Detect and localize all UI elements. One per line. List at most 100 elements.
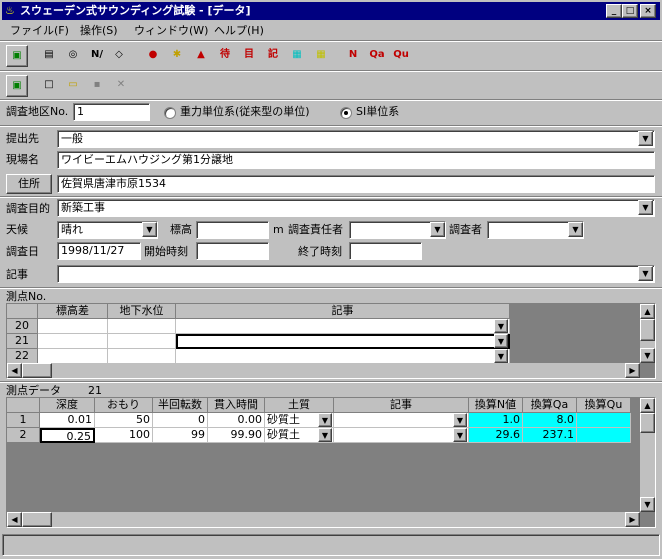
scroll-up-button[interactable]: ▲ (640, 304, 655, 319)
survey-area-input[interactable]: 1 (73, 103, 150, 121)
toolbar-button-search[interactable]: ◎ (62, 45, 84, 67)
data-header-n-value[interactable]: 換算N値 (469, 398, 523, 413)
close-button[interactable]: × (640, 4, 656, 18)
data-cell-penetration-time[interactable]: 0.00 (208, 413, 265, 428)
scroll-up-button[interactable]: ▲ (640, 398, 655, 413)
weather-dropdown[interactable]: ▼ (142, 222, 157, 237)
data-header-depth[interactable]: 深度 (40, 398, 95, 413)
soil-dropdown[interactable]: ▼ (318, 428, 332, 442)
scroll-left-button[interactable]: ◀ (7, 363, 22, 378)
data-header-note[interactable]: 記事 (334, 398, 469, 413)
toolbar-button-qu[interactable]: Qu (390, 45, 412, 67)
data-cell-half-turns[interactable]: 99 (153, 428, 208, 443)
data-hscroll[interactable]: ◀ ▶ (7, 512, 640, 527)
submit-to-select[interactable]: 一般 (57, 130, 655, 148)
submit-to-dropdown[interactable]: ▼ (638, 131, 653, 146)
toolbar-button-preview[interactable]: ◇ (108, 45, 130, 67)
scroll-down-button[interactable]: ▼ (640, 348, 655, 363)
notes-select[interactable] (57, 265, 655, 283)
note-dropdown[interactable]: ▼ (453, 428, 467, 442)
toolbar-button-edit[interactable]: N/ (86, 45, 108, 67)
start-time-input[interactable] (196, 242, 269, 260)
data-header-soil[interactable]: 土質 (265, 398, 334, 413)
data-cell-depth-selected[interactable]: 0.25 (40, 428, 95, 443)
purpose-dropdown[interactable]: ▼ (638, 200, 653, 215)
menu-window[interactable]: ウィンドウ(W) (130, 23, 212, 39)
toolbar-button-hill[interactable]: ▲ (190, 45, 212, 67)
data-cell-weight[interactable]: 50 (95, 413, 153, 428)
points-cell-groundwater[interactable] (108, 349, 176, 364)
data-vscroll[interactable]: ▲ ▼ (640, 398, 655, 512)
scroll-down-button[interactable]: ▼ (640, 497, 655, 512)
menu-operation[interactable]: 操作(S) (76, 23, 122, 39)
data-cell-note[interactable] (334, 413, 469, 428)
points-header-groundwater[interactable]: 地下水位 (108, 304, 176, 319)
elevation-input[interactable] (196, 221, 269, 239)
data-cell-note[interactable] (334, 428, 469, 443)
soil-dropdown[interactable]: ▼ (318, 413, 332, 427)
scroll-thumb[interactable] (640, 413, 655, 433)
data-cell-half-turns[interactable]: 0 (153, 413, 208, 428)
toolbar-button-wait[interactable]: 待 (214, 45, 236, 67)
manager-dropdown[interactable]: ▼ (430, 222, 445, 237)
scroll-left-button[interactable]: ◀ (7, 512, 22, 527)
end-time-input[interactable] (349, 242, 422, 260)
toolbar-button-qa[interactable]: Qa (366, 45, 388, 67)
gravity-unit-radio[interactable] (164, 107, 176, 119)
title-bar[interactable]: ♨ スウェーデン式サウンディング試験 - [データ] (2, 2, 660, 20)
scroll-thumb[interactable] (22, 363, 52, 378)
toolbar-button-n[interactable]: N (342, 45, 364, 67)
toolbar-button-exit[interactable]: ▣ (6, 75, 28, 97)
points-cell-elevation-diff[interactable] (38, 349, 108, 364)
notes-dropdown[interactable]: ▼ (638, 266, 653, 281)
survey-date-input[interactable]: 1998/11/27 (57, 242, 141, 260)
points-cell-groundwater[interactable] (108, 334, 176, 349)
data-header-weight[interactable]: おもり (95, 398, 153, 413)
data-header-qu[interactable]: 換算Qu (577, 398, 631, 413)
address-input[interactable]: 佐賀県唐津市原1534 (57, 175, 655, 193)
points-cell-elevation-diff[interactable] (38, 319, 108, 334)
points-cell-groundwater[interactable] (108, 319, 176, 334)
data-header-half-turns[interactable]: 半回転数 (153, 398, 208, 413)
scroll-right-button[interactable]: ▶ (625, 363, 640, 378)
scroll-right-button[interactable]: ▶ (625, 512, 640, 527)
toolbar-button-list[interactable]: ▤ (38, 45, 60, 67)
data-cell-depth[interactable]: 0.01 (40, 413, 95, 428)
address-button[interactable]: 住所 (6, 174, 52, 194)
toolbar-button-eye[interactable]: 目 (238, 45, 260, 67)
note-dropdown[interactable]: ▼ (453, 413, 467, 427)
surveyor-dropdown[interactable]: ▼ (568, 222, 583, 237)
points-note-dropdown[interactable]: ▼ (494, 319, 508, 333)
data-cell-weight[interactable]: 100 (95, 428, 153, 443)
points-note-dropdown[interactable]: ▼ (494, 334, 508, 348)
toolbar-button-gear[interactable]: ✱ (166, 45, 188, 67)
points-header-elevation-diff[interactable]: 標高差 (38, 304, 108, 319)
points-header-note[interactable]: 記事 (176, 304, 510, 319)
open-button[interactable]: ▭ (62, 75, 84, 97)
toolbar-button-app[interactable]: ▣ (6, 45, 28, 67)
points-note-dropdown[interactable]: ▼ (494, 349, 508, 363)
points-cell-note[interactable] (176, 349, 510, 364)
menu-help[interactable]: ヘルプ(H) (210, 23, 268, 39)
save-button[interactable]: ▪ (86, 75, 108, 97)
new-button[interactable]: □ (38, 75, 60, 97)
site-name-input[interactable]: ワイビーエムハウジング第1分譲地 (57, 151, 655, 169)
scroll-thumb[interactable] (22, 512, 52, 527)
data-header-qa[interactable]: 換算Qa (523, 398, 577, 413)
minimize-button[interactable]: _ (606, 4, 622, 18)
points-hscroll[interactable]: ◀ ▶ (7, 363, 640, 378)
scroll-thumb[interactable] (640, 319, 655, 341)
delete-button[interactable]: ✕ (110, 75, 132, 97)
maximize-button[interactable]: □ (622, 4, 638, 18)
purpose-select[interactable]: 新築工事 (57, 199, 655, 217)
points-vscroll[interactable]: ▲ ▼ (640, 304, 655, 363)
points-grid[interactable]: 標高差 地下水位 記事 20 ▼ 21 ▼ 22 ▼ ▲ ▼ ◀ ▶ (6, 303, 656, 379)
points-cell-note-selected[interactable] (176, 334, 510, 349)
si-unit-radio[interactable] (340, 107, 352, 119)
point-data-grid[interactable]: 深度 おもり 半回転数 貫入時間 土質 記事 換算N値 換算Qa 換算Qu 1 … (6, 397, 656, 528)
toolbar-button-bull[interactable]: ● (142, 45, 164, 67)
toolbar-button-grid-cyan[interactable]: ▦ (286, 45, 308, 67)
menu-file[interactable]: ファイル(F) (6, 23, 73, 39)
toolbar-button-grid-yellow[interactable]: ▦ (310, 45, 332, 67)
data-header-penetration-time[interactable]: 貫入時間 (208, 398, 265, 413)
